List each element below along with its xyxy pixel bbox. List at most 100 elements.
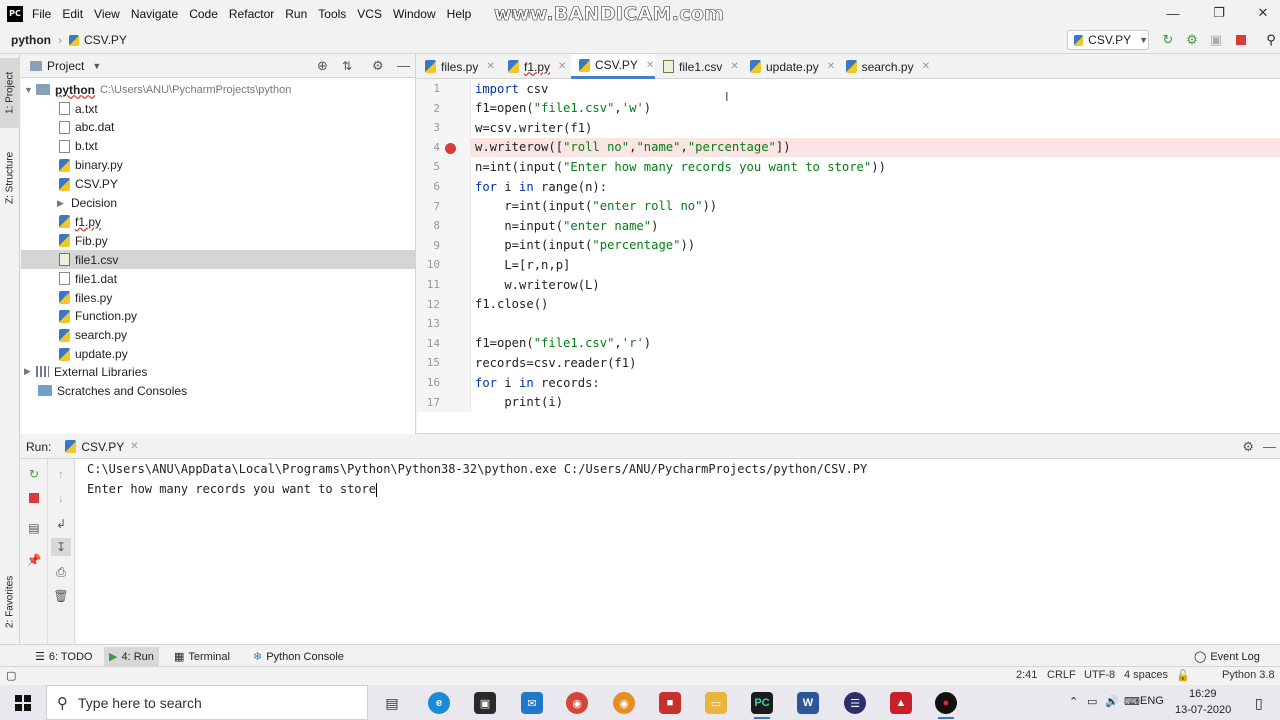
menu-help[interactable]: Help <box>447 7 472 21</box>
structure-tool-tab[interactable]: Z: Structure <box>0 140 20 216</box>
tree-file-item[interactable]: binary.py <box>21 156 415 175</box>
menu-window[interactable]: Window <box>393 7 436 21</box>
soft-wrap-icon[interactable]: ↲ <box>51 515 71 533</box>
menu-code[interactable]: Code <box>189 7 218 21</box>
minimize-button[interactable]: — <box>1150 2 1196 24</box>
chrome-icon[interactable]: ◉ <box>566 692 588 714</box>
python-console-tab[interactable]: ❄ Python Console <box>248 647 349 666</box>
menu-refactor[interactable]: Refactor <box>229 7 274 21</box>
word-icon[interactable]: W <box>797 692 819 714</box>
tree-file-item[interactable]: file1.csv <box>21 250 415 270</box>
tree-external-libraries[interactable]: ▶ External Libraries <box>24 362 147 381</box>
file-encoding[interactable]: UTF-8 <box>1084 669 1115 681</box>
close-tab-icon[interactable]: ✕ <box>130 441 138 452</box>
winrar-icon[interactable]: ■ <box>659 692 681 714</box>
todo-tab[interactable]: ☰ 6: TODO <box>30 647 97 666</box>
pycharm-taskbar-icon[interactable]: PC <box>751 692 773 719</box>
event-log-tab[interactable]: ◯ Event Log <box>1189 647 1265 666</box>
project-panel-title[interactable]: Project <box>47 59 84 73</box>
edge-browser-icon[interactable]: e <box>428 692 450 714</box>
layout-icon[interactable]: ▤ <box>24 519 44 537</box>
tab-search-py[interactable]: search.py ✕ <box>838 54 930 79</box>
keyboard-icon[interactable]: ⌨ <box>1124 695 1140 708</box>
toggle-tool-windows-icon[interactable]: ▢ <box>6 669 16 682</box>
tree-file-item[interactable]: CSV.PY <box>21 175 415 194</box>
close-tab-icon[interactable]: ✕ <box>486 61 494 72</box>
tree-file-item[interactable]: a.txt <box>21 99 415 118</box>
tree-root-python[interactable]: ▼ python C:\Users\ANU\PycharmProjects\py… <box>24 80 291 99</box>
tab-files-py[interactable]: files.py ✕ <box>417 54 500 79</box>
favorites-tool-tab[interactable]: 2: Favorites <box>0 562 20 642</box>
battery-icon[interactable]: ▭ <box>1087 695 1097 708</box>
eclipse-icon[interactable]: ☰ <box>844 692 866 714</box>
scroll-to-end-icon[interactable]: ↧ <box>51 538 71 556</box>
menu-vcs[interactable]: VCS <box>357 7 382 21</box>
locate-icon[interactable]: ⊕ <box>317 58 328 74</box>
lock-icon[interactable]: 🔓 <box>1176 669 1190 682</box>
tree-file-item[interactable]: Fib.py <box>21 231 415 250</box>
taskbar-search-box[interactable]: ⚲ Type here to search <box>46 685 368 720</box>
close-window-button[interactable]: ✕ <box>1240 2 1280 24</box>
file-explorer-icon[interactable]: ▭ <box>705 692 727 714</box>
clock-time[interactable]: 16:29 <box>1189 688 1217 700</box>
maximize-button[interactable]: ❐ <box>1196 2 1242 24</box>
bandicam-icon[interactable]: ● <box>935 692 957 719</box>
tab-csv-py[interactable]: CSV.PY ✕ <box>571 54 655 79</box>
tree-file-item[interactable]: update.py <box>21 345 415 364</box>
windows-start-button[interactable] <box>0 685 46 720</box>
language-indicator[interactable]: ENG <box>1140 695 1164 707</box>
breadcrumb-file[interactable]: CSV.PY <box>84 33 127 47</box>
acrobat-icon[interactable]: ▲ <box>890 692 912 714</box>
run-tab[interactable]: ▶ 4: Run <box>104 647 159 666</box>
chevron-down-icon[interactable]: ▼ <box>92 61 101 71</box>
run-configuration-select[interactable]: CSV.PY ▼ <box>1067 30 1149 50</box>
tree-file-item[interactable]: search.py <box>21 326 415 345</box>
pin-icon[interactable]: 📌 <box>24 551 44 569</box>
gear-icon[interactable]: ⚙ <box>1242 439 1254 455</box>
hide-panel-icon[interactable]: — <box>397 58 410 73</box>
tree-file-item[interactable]: b.txt <box>21 137 415 156</box>
tab-file1-csv[interactable]: file1.csv ✕ <box>655 54 742 79</box>
tree-file-item[interactable]: ▶ Decision <box>21 194 415 213</box>
close-tab-icon[interactable]: ✕ <box>646 60 654 71</box>
tree-file-item[interactable]: abc.dat <box>21 118 415 137</box>
gear-icon[interactable]: ⚙ <box>372 58 384 74</box>
coverage-icon[interactable]: ▣ <box>1207 31 1225 49</box>
close-tab-icon[interactable]: ✕ <box>730 61 738 72</box>
interpreter-setting[interactable]: Python 3.8 <box>1222 669 1275 681</box>
stop-icon[interactable] <box>1232 31 1250 49</box>
rerun-icon[interactable]: ↻ <box>1159 31 1177 49</box>
store-icon[interactable]: ▣ <box>474 692 496 714</box>
editor-gutter[interactable]: 1 2 3 4 5 6 7 8 9 10 11 12 13 14 15 16 17 <box>417 79 471 412</box>
volume-icon[interactable]: 🔊 <box>1105 695 1119 708</box>
arrow-down-icon[interactable]: ↓ <box>51 489 71 507</box>
tree-scratches[interactable]: Scratches and Consoles <box>38 381 187 400</box>
clock-date[interactable]: 13-07-2020 <box>1175 704 1231 716</box>
hide-panel-icon[interactable]: — <box>1263 439 1276 454</box>
debug-icon[interactable]: ⚙ <box>1183 31 1201 49</box>
close-tab-icon[interactable]: ✕ <box>827 61 835 72</box>
expand-arrow-icon[interactable]: ▶ <box>24 366 36 377</box>
firefox-icon[interactable]: ◉ <box>613 692 635 714</box>
line-separator[interactable]: CRLF <box>1047 669 1076 681</box>
notifications-icon[interactable]: ▯ <box>1255 695 1263 712</box>
project-tool-tab[interactable]: 1: Project <box>0 58 20 128</box>
menu-file[interactable]: File <box>32 7 51 21</box>
trash-icon[interactable]: 🗑 <box>51 587 71 605</box>
caret-position[interactable]: 2:41 <box>1016 669 1037 681</box>
breakpoint-icon[interactable] <box>445 143 456 154</box>
tree-file-item[interactable]: file1.dat <box>21 269 415 288</box>
close-tab-icon[interactable]: ✕ <box>922 61 930 72</box>
stop-icon[interactable] <box>24 489 44 507</box>
mail-icon[interactable]: ✉ <box>521 692 543 714</box>
indent-setting[interactable]: 4 spaces <box>1124 669 1168 681</box>
run-tab-csv-py[interactable]: CSV.PY ✕ <box>65 440 139 454</box>
expand-arrow-icon[interactable]: ▼ <box>24 85 36 95</box>
search-icon[interactable]: ⚲ <box>1262 31 1280 49</box>
arrow-up-icon[interactable]: ↑ <box>51 465 71 483</box>
rerun-icon[interactable]: ↻ <box>24 465 44 483</box>
close-tab-icon[interactable]: ✕ <box>558 61 566 72</box>
tree-file-item[interactable]: files.py <box>21 288 415 307</box>
show-hidden-icons-icon[interactable]: ⌃ <box>1069 695 1078 708</box>
breadcrumb-project[interactable]: python <box>11 33 51 47</box>
